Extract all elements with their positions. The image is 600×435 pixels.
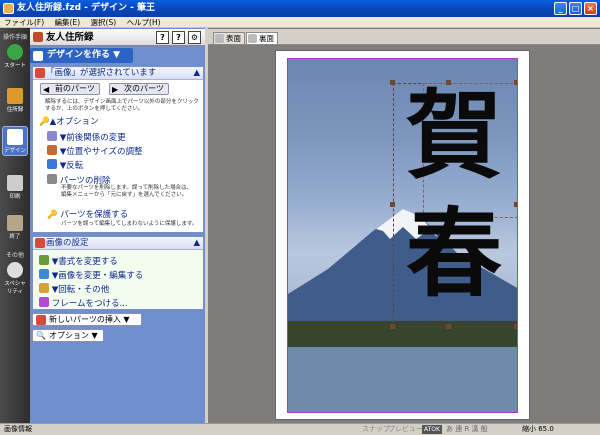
mount-fuji-photo[interactable]: 賀 春: [287, 58, 518, 413]
start-icon: [7, 44, 23, 60]
other-heading: その他: [5, 252, 24, 259]
collapse-icon[interactable]: ▲: [193, 67, 200, 80]
flip-icon: [47, 159, 57, 169]
address-book-icon: [33, 32, 43, 42]
image-settings-header: 画像の設定 ▲: [33, 237, 203, 250]
address-book-icon: [7, 88, 23, 104]
address-book-button[interactable]: 住所録: [2, 86, 28, 116]
image-icon: [35, 238, 45, 248]
resize-handle[interactable]: [390, 80, 395, 85]
page-icon: [248, 34, 257, 43]
tab-front[interactable]: 表面: [213, 32, 245, 44]
status-bar: 画像情報 スナップ プレビュー ATOK あ 連 R 漢 般 縮小 65.0: [0, 423, 600, 435]
option-order[interactable]: ▼前後関係の変更: [47, 130, 126, 143]
procedure-heading: 操作手順: [2, 34, 27, 41]
image-icon: [35, 68, 45, 78]
collapse-icon[interactable]: ▲: [193, 237, 200, 250]
minimize-button[interactable]: _: [554, 2, 567, 15]
option-toggle[interactable]: 🔑▲オプション: [39, 115, 99, 127]
frame-icon: [39, 297, 49, 307]
start-button[interactable]: スタート: [2, 42, 28, 72]
key-icon: 🔑: [47, 210, 58, 220]
menu-select[interactable]: 選択(S): [87, 18, 121, 27]
format-icon: [39, 255, 49, 265]
format-change-link[interactable]: ▼書式を変更する: [39, 254, 118, 267]
help-tip-icon[interactable]: ?: [172, 31, 185, 44]
insert-part-button[interactable]: 新しいパーツの挿入 ▼: [32, 313, 142, 326]
status-info: 画像情報: [4, 425, 32, 433]
snap-toggle[interactable]: スナップ: [362, 424, 390, 435]
maximize-button[interactable]: □: [569, 2, 582, 15]
ime-mode[interactable]: あ 連 R 漢 般: [446, 424, 488, 435]
special-button[interactable]: スペシャリティ: [2, 260, 28, 295]
create-design-button[interactable]: デザインを作る ▼: [30, 48, 133, 63]
help-icon[interactable]: ?: [156, 31, 169, 44]
exit-button[interactable]: 終了: [2, 213, 28, 243]
side-tabs: 表面 裏面: [208, 29, 600, 45]
selected-header: 「画像」が選択されています ▲: [33, 67, 203, 80]
exit-icon: [7, 215, 23, 231]
app-icon: [3, 3, 14, 14]
print-button[interactable]: 印刷: [2, 173, 28, 203]
design-button[interactable]: デザイン: [2, 126, 28, 156]
panel-header: 友人住所録 ? ? ⚙: [30, 29, 205, 46]
menu-file[interactable]: ファイル(F): [0, 18, 48, 27]
next-part-button[interactable]: ▶ 次のパーツ: [109, 83, 169, 95]
prev-part-button[interactable]: ◀ 前のパーツ: [40, 83, 100, 95]
close-button[interactable]: ×: [584, 2, 597, 15]
calligraphy-char-ga: 賀: [406, 79, 502, 192]
image-settings-section: 画像の設定 ▲ ▼書式を変更する ▼画像を変更・編集する ▼回転・その他 フレー…: [32, 236, 204, 310]
image-edit-link[interactable]: ▼画像を変更・編集する: [39, 268, 143, 281]
resize-handle[interactable]: [390, 324, 395, 329]
printer-icon: [7, 175, 23, 191]
title-bar: 友人住所録.fzd - デザイン - 筆王 _ □ ×: [0, 0, 600, 17]
ime-indicator: ATOK: [422, 425, 442, 434]
option-position-size[interactable]: ▼位置やサイズの調整: [47, 144, 143, 157]
rotate-link[interactable]: ▼回転・その他: [39, 282, 109, 295]
magnifier-icon: 🔍: [36, 331, 46, 340]
next-arrow-icon: ▶: [112, 85, 119, 94]
protect-description: パーツを誤って編集してしまわないように保護します。: [61, 221, 198, 227]
resize-handle[interactable]: [514, 80, 517, 85]
tools-icon[interactable]: ⚙: [188, 31, 201, 44]
option-button[interactable]: 🔍 オプション ▼: [32, 329, 104, 342]
resize-handle[interactable]: [514, 324, 517, 329]
zoom-level[interactable]: 縮小 65.0: [522, 424, 554, 435]
resize-icon: [47, 145, 57, 155]
selected-part-section: 「画像」が選択されています ▲ ◀ 前のパーツ ▶ 次のパーツ 解除するには、デ…: [32, 66, 204, 233]
key-icon: 🔑: [39, 117, 50, 127]
design-icon: [7, 129, 23, 145]
resize-handle[interactable]: [446, 324, 451, 329]
trash-icon: [47, 174, 57, 184]
image-edit-icon: [39, 269, 49, 279]
tab-back[interactable]: 裏面: [246, 32, 278, 44]
resize-handle[interactable]: [390, 202, 395, 207]
menu-edit[interactable]: 編集(E): [51, 18, 85, 27]
prev-arrow-icon: ◀: [43, 85, 50, 94]
delete-description: 不要なパーツを削除します。誤って削除した場合は、編集メニューから「元に戻す」を選…: [61, 185, 193, 198]
option-flip[interactable]: ▼反転: [47, 158, 83, 171]
panel-title: 友人住所録: [46, 32, 94, 43]
insert-icon: [36, 315, 46, 325]
selected-description: 解除するには、デザイン画面上でパーツ以外の部分をクリックするか、上のボタンを押し…: [45, 99, 199, 112]
window-title: 友人住所録.fzd - デザイン - 筆王: [17, 3, 156, 13]
calligraphy-char-shun: 春: [406, 197, 502, 310]
page-icon: [215, 34, 224, 43]
preview-toggle[interactable]: プレビュー: [388, 424, 423, 435]
menu-bar: ファイル(F) 編集(E) 選択(S) ヘルプ(H): [0, 17, 600, 28]
add-frame-link[interactable]: フレームをつける...: [39, 296, 128, 309]
layer-order-icon: [47, 131, 57, 141]
rotate-icon: [39, 283, 49, 293]
procedure-toolbar: 操作手順 スタート 住所録 デザイン 印刷 終了 その他 スペシャリティ: [0, 28, 30, 423]
design-icon: [33, 51, 43, 61]
protect-part-link[interactable]: 🔑 パーツを保護する: [47, 208, 128, 220]
special-icon: [7, 262, 23, 278]
resize-handle[interactable]: [514, 202, 517, 207]
menu-help[interactable]: ヘルプ(H): [123, 18, 165, 27]
